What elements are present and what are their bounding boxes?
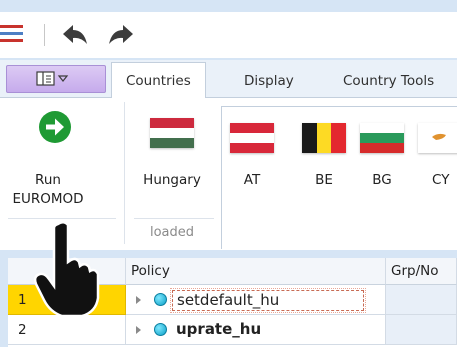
country-button-bg[interactable]: BG: [338, 107, 404, 207]
group-separator: [124, 102, 125, 244]
run-button-label-line2: EUROMOD: [12, 191, 84, 207]
policy-status-icon: [154, 323, 167, 336]
grpno-cell[interactable]: [386, 315, 457, 345]
hungary-flag-icon: [150, 118, 194, 148]
hungary-label: Hungary: [143, 172, 201, 188]
policy-column-header[interactable]: Policy: [126, 258, 386, 285]
policy-name[interactable]: setdefault_hu: [170, 288, 366, 313]
country-button-cy[interactable]: CY: [396, 107, 457, 207]
country-gallery: AT BE BG CY: [221, 106, 457, 249]
layout-panel-icon: [36, 71, 69, 86]
expand-arrow-icon[interactable]: [136, 326, 141, 334]
country-button-be[interactable]: BE: [280, 107, 346, 207]
country-code-at: AT: [243, 172, 261, 188]
loaded-caption: loaded: [149, 225, 195, 240]
ribbon-tab-strip: Countries Display Country Tools: [0, 60, 457, 99]
expand-arrow-icon[interactable]: [136, 296, 141, 304]
run-button-label-line1: Run: [35, 172, 61, 188]
policy-cell[interactable]: uprate_hu: [126, 315, 386, 345]
application-menu-button[interactable]: [6, 65, 106, 93]
quick-access-toolbar: [0, 12, 457, 58]
undo-icon[interactable]: [60, 22, 90, 48]
redo-icon[interactable]: [106, 22, 136, 48]
euromod-window: Countries Display Country Tools Run EURO…: [0, 0, 457, 347]
group-divider: [134, 218, 214, 219]
country-button-at[interactable]: AT: [222, 107, 278, 207]
policy-status-icon: [154, 293, 167, 306]
grpno-column-header[interactable]: Grp/No: [386, 258, 457, 285]
group-divider: [8, 218, 116, 219]
hungary-country-button[interactable]: Hungary: [126, 104, 218, 209]
tab-countries[interactable]: Countries: [111, 62, 206, 99]
toolbar-separator: [44, 24, 45, 46]
grpno-cell[interactable]: [386, 285, 457, 315]
country-code-cy: CY: [432, 172, 450, 188]
policy-name[interactable]: uprate_hu: [172, 320, 265, 339]
cyprus-flag-icon: [418, 123, 457, 153]
austria-flag-icon: [230, 123, 274, 153]
run-arrow-icon: [39, 111, 71, 143]
hamburger-menu-icon[interactable]: [0, 22, 28, 48]
hand-pointer-cursor-icon: [33, 221, 100, 318]
tab-display[interactable]: Display: [244, 73, 294, 89]
policy-cell[interactable]: setdefault_hu: [126, 285, 386, 315]
run-euromod-button[interactable]: Run EUROMOD: [6, 104, 106, 214]
loaded-country-group: Hungary loaded: [126, 98, 218, 248]
tab-country-tools[interactable]: Country Tools: [343, 73, 434, 89]
